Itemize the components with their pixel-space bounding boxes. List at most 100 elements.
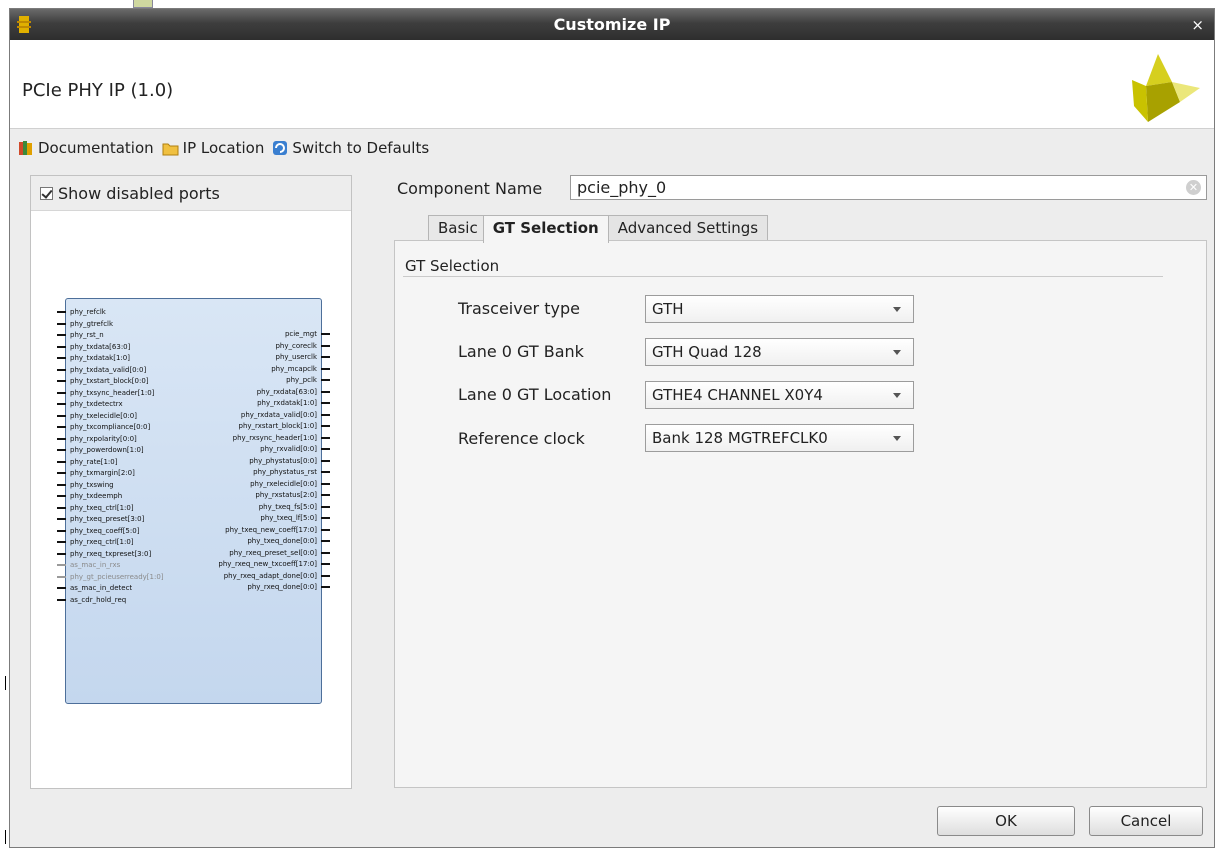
- port-pin: [57, 541, 66, 543]
- port-pin: [57, 368, 66, 371]
- port-label: phy_refclk: [70, 308, 106, 316]
- port-pin: [57, 552, 66, 555]
- lane0-gt-location-select[interactable]: GTHE4 CHANNEL X0Y4: [645, 381, 914, 409]
- port-label: phy_mcapclk: [271, 364, 317, 373]
- background-toolbar-icon: [133, 0, 153, 8]
- port-pin: [57, 529, 66, 532]
- port-label: phy_txeq_ctrl[1:0]: [70, 503, 134, 512]
- port-label: phy_txdeemph: [70, 492, 123, 500]
- port-pin: [57, 495, 66, 497]
- lane0-gt-bank-select[interactable]: GTH Quad 128: [645, 338, 914, 366]
- port-label: phy_txeq_coeff[5:0]: [70, 526, 140, 535]
- port-pin: [321, 448, 330, 450]
- port-pin: [321, 413, 330, 416]
- port-label: phy_txeq_lf[5:0]: [260, 514, 317, 522]
- port-pin: [57, 322, 66, 325]
- port-label: phy_txelecidle[0:0]: [70, 411, 137, 420]
- port-pin: [57, 334, 66, 336]
- port-pin: [321, 471, 330, 473]
- port-label: phy_rxeq_preset_sel[0:0]: [229, 548, 317, 557]
- port-label: phy_rst_n: [70, 331, 104, 339]
- port-pin: [321, 436, 330, 439]
- title-bar[interactable]: Customize IP ×: [10, 9, 1214, 40]
- port-label: phy_txdata[63:0]: [70, 342, 131, 351]
- port-pin: [57, 460, 66, 463]
- port-label: phy_rxsync_header[1:0]: [232, 433, 317, 442]
- port-label: phy_txdata_valid[0:0]: [70, 365, 147, 374]
- port-pin: [321, 482, 330, 485]
- port-label: phy_coreclk: [275, 341, 317, 350]
- port-pin: [321, 528, 330, 531]
- port-pin: [57, 506, 66, 509]
- books-icon: [19, 141, 32, 155]
- tab-bar: Basic GT Selection Advanced Settings: [428, 215, 769, 243]
- port-label: phy_rxeq_adapt_done[0:0]: [223, 571, 317, 580]
- port-label: phy_rxstart_block[1:0]: [238, 422, 317, 430]
- show-disabled-ports-row[interactable]: Show disabled ports: [31, 176, 351, 211]
- port-label: phy_txdatak[1:0]: [70, 354, 130, 362]
- port-pin: [321, 379, 330, 381]
- ok-button[interactable]: OK: [937, 806, 1075, 836]
- ip-location-label: IP Location: [182, 139, 265, 157]
- lane0-gt-location-value: GTHE4 CHANNEL X0Y4: [652, 386, 823, 404]
- tab-advanced-settings[interactable]: Advanced Settings: [607, 215, 769, 242]
- port-label: phy_rxeq_done[0:0]: [247, 583, 317, 591]
- toolbar: Documentation IP Location Switch to Defa…: [18, 137, 437, 159]
- close-icon[interactable]: ×: [1191, 16, 1204, 34]
- edge-mark: [5, 830, 6, 844]
- port-label: phy_txeq_new_coeff[17:0]: [225, 525, 317, 534]
- port-label: phy_txcompliance[0:0]: [70, 423, 151, 431]
- port-label: phy_txstart_block[0:0]: [70, 377, 149, 385]
- transceiver-type-value: GTH: [652, 300, 684, 318]
- port-label: phy_phystatus[0:0]: [249, 456, 317, 465]
- tab-basic[interactable]: Basic: [428, 215, 484, 242]
- group-divider: [403, 276, 1163, 277]
- port-label: phy_rxpolarity[0:0]: [70, 434, 137, 443]
- reference-clock-select[interactable]: Bank 128 MGTREFCLK0: [645, 424, 914, 452]
- port-pin: [57, 564, 66, 566]
- transceiver-type-label: Trasceiver type: [458, 299, 580, 318]
- port-pin: [321, 563, 330, 565]
- port-label: phy_gt_pcieuserready[1:0]: [70, 572, 164, 581]
- port-label: phy_rxvalid[0:0]: [260, 445, 317, 453]
- reference-clock-value: Bank 128 MGTREFCLK0: [652, 429, 828, 447]
- switch-to-defaults-label: Switch to Defaults: [292, 139, 430, 157]
- cancel-button[interactable]: Cancel: [1089, 806, 1203, 836]
- gt-selection-panel: GT Selection Trasceiver type GTH Lane 0 …: [394, 240, 1207, 788]
- tab-gt-selection[interactable]: GT Selection: [482, 215, 609, 243]
- component-name-input[interactable]: pcie_phy_0 ✕: [570, 175, 1207, 200]
- port-pin: [57, 449, 66, 451]
- port-label: phy_rate[1:0]: [70, 457, 118, 466]
- customize-ip-dialog: Customize IP × PCIe PHY IP (1.0) Documen…: [9, 8, 1215, 848]
- port-label: phy_txsync_header[1:0]: [70, 388, 155, 397]
- port-label: phy_rxeq_new_txcoeff[17:0]: [218, 560, 317, 568]
- port-pin: [57, 403, 66, 405]
- chevron-down-icon: [893, 436, 901, 441]
- lane0-gt-bank-value: GTH Quad 128: [652, 343, 762, 361]
- port-pin: [57, 472, 66, 474]
- port-label: phy_pclk: [286, 376, 317, 384]
- port-pin: [321, 390, 330, 393]
- documentation-button[interactable]: Documentation: [18, 139, 154, 157]
- ip-header: PCIe PHY IP (1.0): [10, 40, 1214, 129]
- port-label: pcie_mgt: [284, 330, 317, 338]
- port-label: phy_rxdatak[1:0]: [257, 399, 317, 407]
- port-label: phy_powerdown[1:0]: [70, 446, 144, 454]
- ip-location-button[interactable]: IP Location: [162, 139, 265, 157]
- ip-title: PCIe PHY IP (1.0): [22, 80, 174, 101]
- switch-to-defaults-button[interactable]: Switch to Defaults: [272, 139, 429, 157]
- transceiver-type-select[interactable]: GTH: [645, 295, 914, 323]
- chevron-down-icon: [893, 350, 901, 355]
- port-pin: [321, 459, 330, 462]
- port-label: phy_txeq_done[0:0]: [247, 537, 317, 545]
- clear-input-icon[interactable]: ✕: [1186, 180, 1201, 195]
- group-title: GT Selection: [405, 257, 500, 275]
- documentation-label: Documentation: [38, 139, 154, 157]
- port-pin: [57, 391, 66, 394]
- port-label: phy_rxelecidle[0:0]: [250, 479, 317, 488]
- port-pin: [321, 425, 330, 427]
- port-pin: [57, 414, 66, 417]
- show-disabled-ports-checkbox[interactable]: [40, 186, 53, 200]
- port-label: as_mac_in_rxs: [70, 561, 121, 569]
- port-label: phy_rxdata_valid[0:0]: [240, 410, 317, 419]
